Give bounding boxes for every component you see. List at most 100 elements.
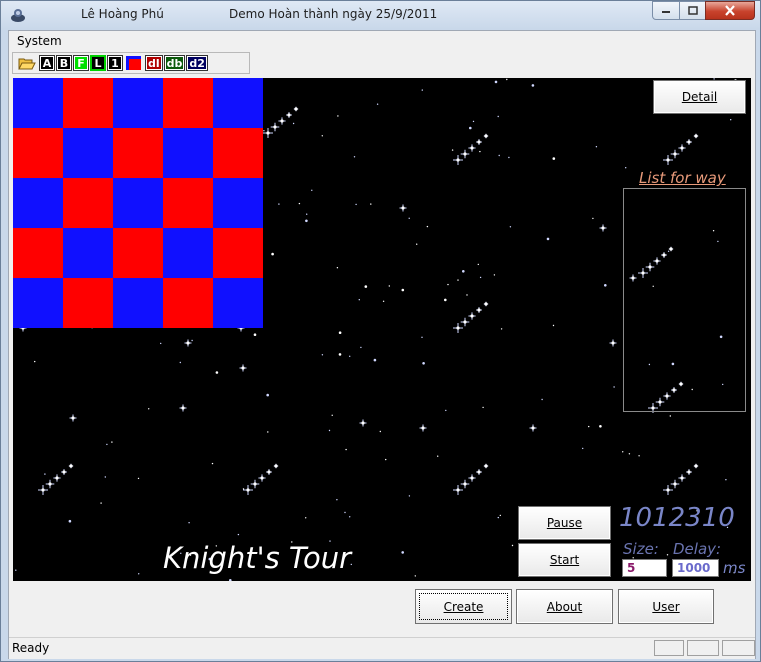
create-button[interactable]: Create [415, 589, 512, 624]
status-panel [687, 640, 719, 656]
star [278, 203, 280, 205]
sparkle-star [483, 301, 489, 307]
board-cell[interactable] [213, 128, 263, 178]
move-counter: 1012310 [619, 503, 735, 533]
board-cell[interactable] [63, 228, 113, 278]
star [730, 119, 732, 121]
toolbar-db-button[interactable]: db [163, 55, 186, 71]
sparkle-star [686, 469, 692, 475]
star [292, 122, 295, 125]
star [104, 476, 107, 478]
board-cell[interactable] [13, 78, 63, 128]
board-cell[interactable] [113, 78, 163, 128]
star [305, 517, 307, 519]
toolbar-f-button[interactable]: F [73, 55, 89, 71]
toolbar-color-button[interactable] [125, 55, 143, 70]
detail-button[interactable]: Detail [653, 80, 746, 114]
sparkle-star [476, 139, 482, 145]
sparkle-star [38, 485, 48, 495]
star [494, 80, 498, 84]
sparkle-star [529, 424, 537, 432]
way-list-box[interactable] [623, 188, 746, 412]
star [338, 353, 342, 356]
board-cell[interactable] [13, 128, 63, 178]
board-cell[interactable] [213, 78, 263, 128]
star [328, 429, 331, 432]
board-cell[interactable] [113, 278, 163, 328]
open-button[interactable] [17, 56, 37, 70]
star [482, 406, 484, 409]
star [373, 358, 377, 362]
board-cell[interactable] [13, 178, 63, 228]
app-icon [11, 9, 25, 22]
toolbar-a-button[interactable]: A [39, 55, 55, 71]
board-cell[interactable] [63, 128, 113, 178]
delay-input[interactable]: 1000 [672, 559, 719, 577]
board-cell[interactable] [113, 178, 163, 228]
star [477, 263, 479, 266]
star [497, 115, 499, 118]
star [506, 78, 508, 81]
star [306, 213, 308, 215]
menu-system[interactable]: System [17, 34, 62, 48]
star [546, 237, 550, 241]
board-cell[interactable] [113, 128, 163, 178]
star [160, 342, 162, 345]
close-icon [725, 5, 735, 16]
sparkle-star [61, 469, 67, 475]
sparkle-star [250, 479, 260, 489]
pause-button[interactable]: Pause [518, 506, 611, 540]
board-cell[interactable] [163, 228, 213, 278]
board-cell[interactable] [163, 278, 213, 328]
board-cell[interactable] [163, 128, 213, 178]
about-button[interactable]: About [516, 589, 613, 624]
board-cell[interactable] [213, 278, 263, 328]
menu-bar: System [9, 31, 755, 51]
sparkle-star [678, 474, 686, 482]
star [408, 217, 410, 219]
ms-label: ms [723, 559, 746, 577]
star [638, 455, 640, 457]
star [100, 502, 102, 504]
user-button[interactable]: User [618, 589, 714, 624]
star [355, 203, 357, 206]
toolbar-dl-button[interactable]: dl [145, 55, 163, 71]
toolbar-b-button[interactable]: B [56, 55, 72, 71]
star [388, 285, 390, 287]
board-cell[interactable] [13, 228, 63, 278]
sparkle-star [179, 404, 187, 412]
star [138, 573, 140, 575]
board-cell[interactable] [63, 278, 113, 328]
start-button[interactable]: Start [518, 543, 611, 577]
board-cell[interactable] [63, 78, 113, 128]
star [497, 516, 499, 519]
board-cell[interactable] [63, 178, 113, 228]
sparkle-star [663, 155, 673, 165]
star [416, 243, 418, 245]
sparkle-star [53, 474, 61, 482]
board-cell[interactable] [163, 78, 213, 128]
size-label: Size: [623, 540, 659, 558]
board-cell[interactable] [213, 228, 263, 278]
close-button[interactable] [705, 1, 755, 20]
sparkle-star [359, 419, 367, 427]
minimize-button[interactable] [652, 1, 680, 20]
sparkle-star [239, 364, 247, 372]
star [414, 575, 416, 577]
maximize-button[interactable] [679, 1, 706, 20]
sparkle-star [670, 149, 680, 159]
board-cell[interactable] [13, 278, 63, 328]
board-cell[interactable] [113, 228, 163, 278]
toolbar-d2-button[interactable]: d2 [186, 55, 208, 71]
toolbar-l-button[interactable]: L [90, 55, 106, 71]
chess-board[interactable] [13, 78, 263, 328]
star [360, 346, 362, 349]
size-input[interactable]: 5 [622, 559, 667, 577]
board-cell[interactable] [163, 178, 213, 228]
title-bar[interactable]: Lê Hoàng Phú Demo Hoàn thành ngày 25/9/2… [1, 1, 760, 29]
star [338, 331, 342, 334]
star [401, 551, 405, 554]
star [242, 488, 245, 490]
board-cell[interactable] [213, 178, 263, 228]
toolbar-1-button[interactable]: 1 [107, 55, 123, 71]
